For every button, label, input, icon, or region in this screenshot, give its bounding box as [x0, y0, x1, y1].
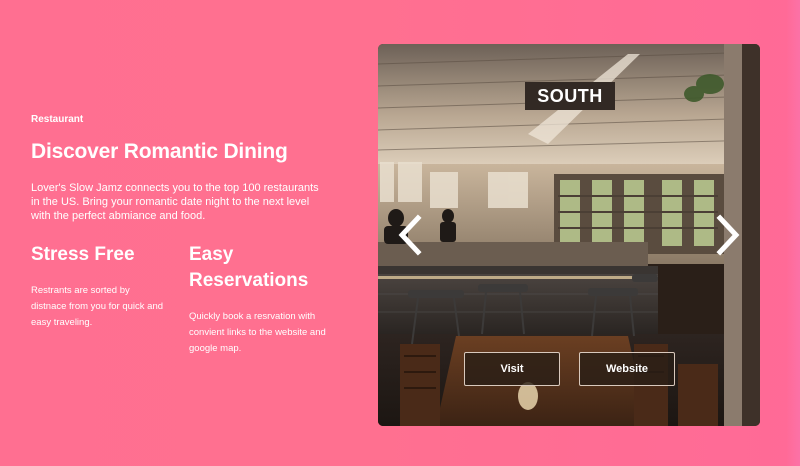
intro-text: Lover's Slow Jamz connects you to the to…	[31, 182, 319, 222]
chevron-left-icon	[398, 214, 422, 256]
category-label: Restaurant	[31, 114, 84, 125]
prev-slide-button[interactable]	[396, 214, 422, 256]
feature-text-stress-free: Restrants are sorted by distnace from yo…	[31, 285, 164, 328]
restaurant-slider: SOUTH Visit Website	[378, 44, 760, 426]
next-slide-button[interactable]	[716, 214, 742, 256]
page-title: Discover Romantic Dining	[31, 140, 288, 163]
slide-location-label: SOUTH	[525, 82, 615, 110]
website-button[interactable]: Website	[579, 352, 675, 386]
chevron-right-icon	[716, 214, 740, 256]
page-edge	[786, 0, 800, 466]
visit-button[interactable]: Visit	[464, 352, 560, 386]
feature-text-easy-reservations: Quickly book a resrvation with convient …	[189, 311, 326, 354]
feature-title-stress-free: Stress Free	[31, 244, 135, 265]
feature-title-easy-reservations: Easy Reservations	[189, 244, 309, 291]
